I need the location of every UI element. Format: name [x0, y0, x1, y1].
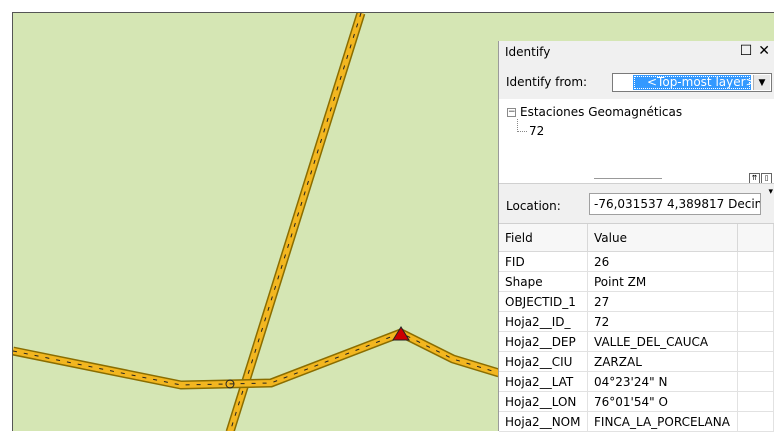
location-row: Location: -76,031537 4,389817 Decimal De…	[499, 183, 774, 224]
tree-connector	[517, 119, 527, 132]
table-row[interactable]: Hoja2__NOM FINCA_LA_PORCELANA	[499, 411, 774, 432]
cell-value: 76°01'54" O	[587, 391, 738, 412]
cell-value: VALLE_DEL_CAUCA	[587, 331, 738, 352]
tree-feature-node[interactable]: 72	[529, 124, 544, 138]
cell-field: OBJECTID_1	[499, 291, 588, 312]
table-row[interactable]: Hoja2__LON 76°01'54" O	[499, 391, 774, 412]
identify-from-row: Identify from: <Top-most layer> ▼	[499, 63, 774, 99]
cell-value: FINCA_LA_PORCELANA	[587, 411, 738, 432]
cell-field: Hoja2__LAT	[499, 371, 588, 392]
panel-splitter[interactable]: ⇈ ▯	[499, 173, 774, 184]
cell-field: FID	[499, 251, 588, 272]
column-header-field[interactable]: Field	[499, 224, 588, 252]
road-layer	[13, 13, 501, 431]
identify-from-label: Identify from:	[506, 75, 588, 89]
cell-value: ZARZAL	[587, 351, 738, 372]
cell-field: Hoja2__CIU	[499, 351, 588, 372]
cell-value: 27	[587, 291, 738, 312]
cell-value: 04°23'24" N	[587, 371, 738, 392]
identify-title: Identify	[505, 45, 551, 59]
tree-layer-label: Estaciones Geomagnéticas	[520, 105, 683, 119]
chevron-down-icon[interactable]: ▼	[753, 75, 770, 90]
table-row[interactable]: FID 26	[499, 251, 774, 272]
cell-value: 26	[587, 251, 738, 272]
table-row[interactable]: Shape Point ZM	[499, 271, 774, 292]
cell-field: Shape	[499, 271, 588, 292]
table-row[interactable]: OBJECTID_1 27	[499, 291, 774, 312]
cell-value: Point ZM	[587, 271, 738, 292]
restore-icon[interactable]: ☐	[740, 43, 753, 59]
location-field[interactable]: -76,031537 4,389817 Decimal Degrees	[589, 193, 761, 215]
location-label: Location:	[506, 199, 561, 213]
identify-from-selected: <Top-most layer>	[633, 75, 751, 90]
table-row[interactable]: Hoja2__ID_ 72	[499, 311, 774, 332]
cell-field: Hoja2__LON	[499, 391, 588, 412]
table-row[interactable]: Hoja2__DEP VALLE_DEL_CAUCA	[499, 331, 774, 352]
identify-from-dropdown[interactable]: <Top-most layer> ▼	[612, 73, 772, 92]
identify-titlebar[interactable]: Identify ☐ ✕	[499, 41, 774, 64]
identify-window: Identify ☐ ✕ Identify from: <Top-most la…	[498, 41, 774, 432]
attributes-table: Field Value FID 26 Shape Point ZM OBJECTID_1…	[499, 223, 774, 432]
cell-field: Hoja2__DEP	[499, 331, 588, 352]
column-header-value[interactable]: Value	[587, 224, 738, 252]
close-icon[interactable]: ✕	[758, 43, 770, 59]
table-row[interactable]: Hoja2__CIU ZARZAL	[499, 351, 774, 372]
cell-field: Hoja2__ID_	[499, 311, 588, 332]
results-tree: − Estaciones Geomagnéticas 72	[499, 99, 774, 173]
collapse-icon[interactable]: −	[507, 107, 516, 117]
cell-field: Hoja2__NOM	[499, 411, 588, 432]
location-options-icon[interactable]: ▾	[768, 187, 773, 197]
tree-layer-node[interactable]: − Estaciones Geomagnéticas	[507, 105, 682, 119]
table-row[interactable]: Hoja2__LAT 04°23'24" N	[499, 371, 774, 392]
cell-value: 72	[587, 311, 738, 332]
